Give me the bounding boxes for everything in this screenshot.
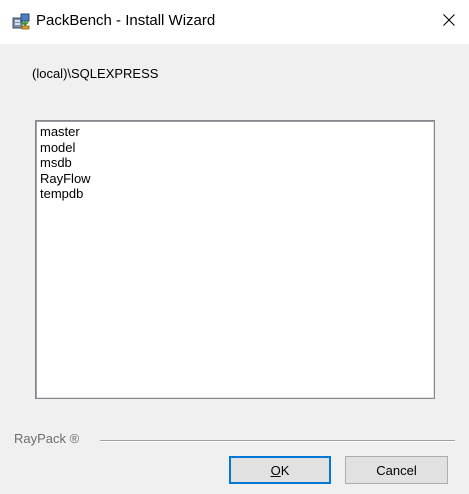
ok-button[interactable]: OK [229,456,331,484]
close-icon [443,13,455,31]
database-list[interactable]: master model msdb RayFlow tempdb [35,120,435,399]
database-list-item[interactable]: model [39,140,431,156]
brand-label: RayPack ® [14,431,80,446]
database-list-item[interactable]: tempdb [39,186,431,202]
footer-divider [100,440,455,442]
installer-icon [12,12,30,30]
install-wizard-dialog: PackBench - Install Wizard (local)\SQLEX… [0,0,469,494]
window-title: PackBench - Install Wizard [36,12,216,29]
database-list-item[interactable]: RayFlow [39,171,431,187]
title-bar: PackBench - Install Wizard [0,0,469,44]
database-list-item[interactable]: master [39,124,431,140]
database-list-item[interactable]: msdb [39,155,431,171]
server-name-label: (local)\SQLEXPRESS [32,66,159,81]
ok-mnemonic: O [270,462,281,478]
cancel-button[interactable]: Cancel [345,456,448,484]
ok-label-rest: K [280,462,290,478]
close-button[interactable] [429,0,469,44]
